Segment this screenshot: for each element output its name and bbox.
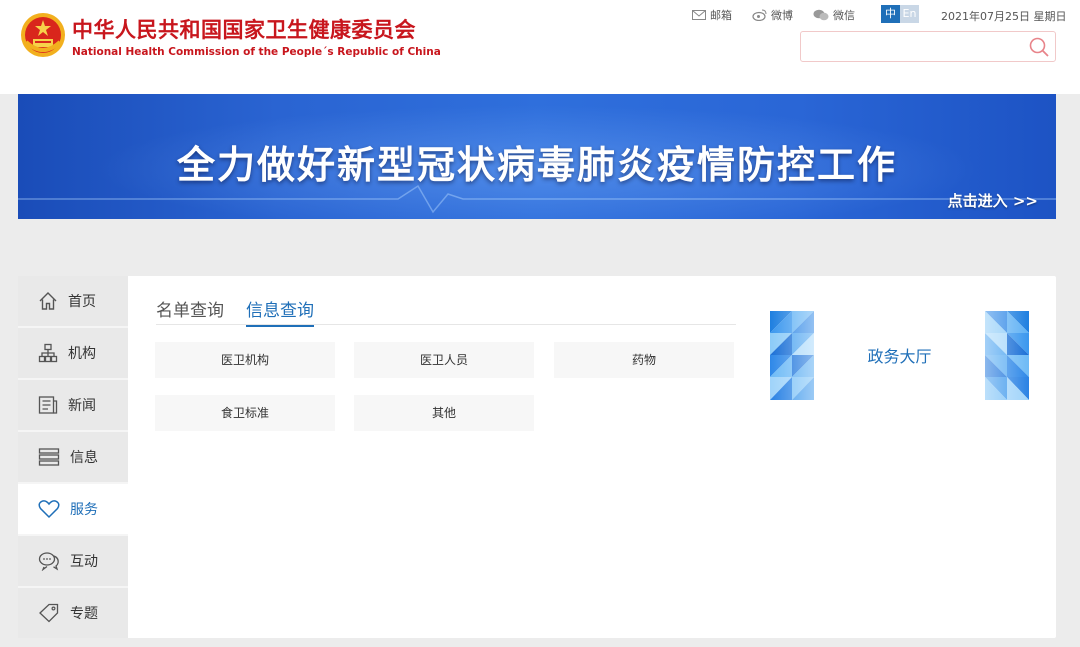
sidebar-item-label: 机构 (68, 346, 96, 362)
banner-headline: 全力做好新型冠状病毒肺炎疫情防控工作 (176, 143, 897, 187)
food-hygiene-standard-button[interactable]: 食卫标准 (155, 395, 335, 431)
top-links: 邮箱 微博 微信 (692, 7, 875, 23)
mail-link[interactable]: 邮箱 (692, 7, 732, 23)
sidebar-item-label: 首页 (68, 294, 96, 310)
news-icon (38, 396, 58, 414)
query-tabs: 名单查询 信息查询 (156, 296, 336, 327)
sidebar-item-organization[interactable]: 机构 (18, 328, 128, 378)
government-hall-link[interactable]: 政务大厅 (770, 311, 1029, 400)
tab-list-query[interactable]: 名单查询 (156, 296, 224, 327)
sidebar-item-label: 信息 (70, 450, 98, 466)
tab-info-query[interactable]: 信息查询 (246, 296, 314, 327)
mail-icon (692, 10, 706, 20)
service-panel: 首页 机构 新闻 信息 服务 互动 专题 名单查询 信息查询 医卫机构 医卫人员… (18, 276, 1056, 638)
government-hall-label: 政务大厅 (867, 347, 932, 366)
org-chart-icon (38, 343, 58, 363)
home-icon (39, 292, 57, 310)
info-stack-icon (38, 448, 60, 466)
sidebar-item-label: 服务 (70, 502, 98, 518)
current-date: 2021年07月25日 星期日 (941, 10, 1067, 23)
wechat-link[interactable]: 微信 (813, 7, 855, 23)
weibo-link[interactable]: 微博 (752, 7, 793, 23)
sidebar-item-service[interactable]: 服务 (18, 484, 128, 534)
side-nav: 首页 机构 新闻 信息 服务 互动 专题 (18, 276, 128, 638)
sidebar-item-info[interactable]: 信息 (18, 432, 128, 482)
sidebar-item-home[interactable]: 首页 (18, 276, 128, 326)
lang-en-button[interactable]: En (900, 5, 919, 23)
search-icon[interactable] (1029, 37, 1049, 61)
sidebar-item-label: 专题 (70, 606, 98, 622)
medical-institution-button[interactable]: 医卫机构 (155, 342, 335, 378)
other-button[interactable]: 其他 (354, 395, 534, 431)
medical-staff-button[interactable]: 医卫人员 (354, 342, 534, 378)
drug-button[interactable]: 药物 (554, 342, 734, 378)
sidebar-item-news[interactable]: 新闻 (18, 380, 128, 430)
lang-cn-button[interactable]: 中 (881, 5, 900, 23)
chat-icon (38, 552, 59, 571)
tag-icon (39, 603, 59, 623)
sidebar-item-topics[interactable]: 专题 (18, 588, 128, 638)
weibo-icon (752, 9, 767, 21)
wechat-icon (813, 9, 829, 21)
covid-banner[interactable]: 全力做好新型冠状病毒肺炎疫情防控工作 点击进入 >> (18, 94, 1056, 219)
sidebar-item-label: 互动 (70, 554, 98, 570)
site-title-en[interactable]: National Health Commission of the People… (72, 46, 441, 58)
site-title-cn[interactable]: 中华人民共和国国家卫生健康委员会 (72, 14, 416, 44)
language-switch: 中 En (881, 5, 919, 23)
weibo-link-label: 微博 (771, 9, 793, 22)
tab-divider (156, 324, 736, 325)
banner-enter-link[interactable]: 点击进入 >> (948, 190, 1038, 211)
national-emblem-icon[interactable] (20, 12, 66, 58)
site-header: 中华人民共和国国家卫生健康委员会 National Health Commiss… (0, 0, 1080, 94)
sidebar-item-label: 新闻 (68, 398, 96, 414)
wechat-link-label: 微信 (833, 9, 855, 22)
search-box (800, 31, 1056, 62)
heart-icon (38, 500, 60, 519)
mail-link-label: 邮箱 (710, 9, 732, 22)
search-input[interactable] (801, 32, 1021, 61)
sidebar-item-interaction[interactable]: 互动 (18, 536, 128, 586)
